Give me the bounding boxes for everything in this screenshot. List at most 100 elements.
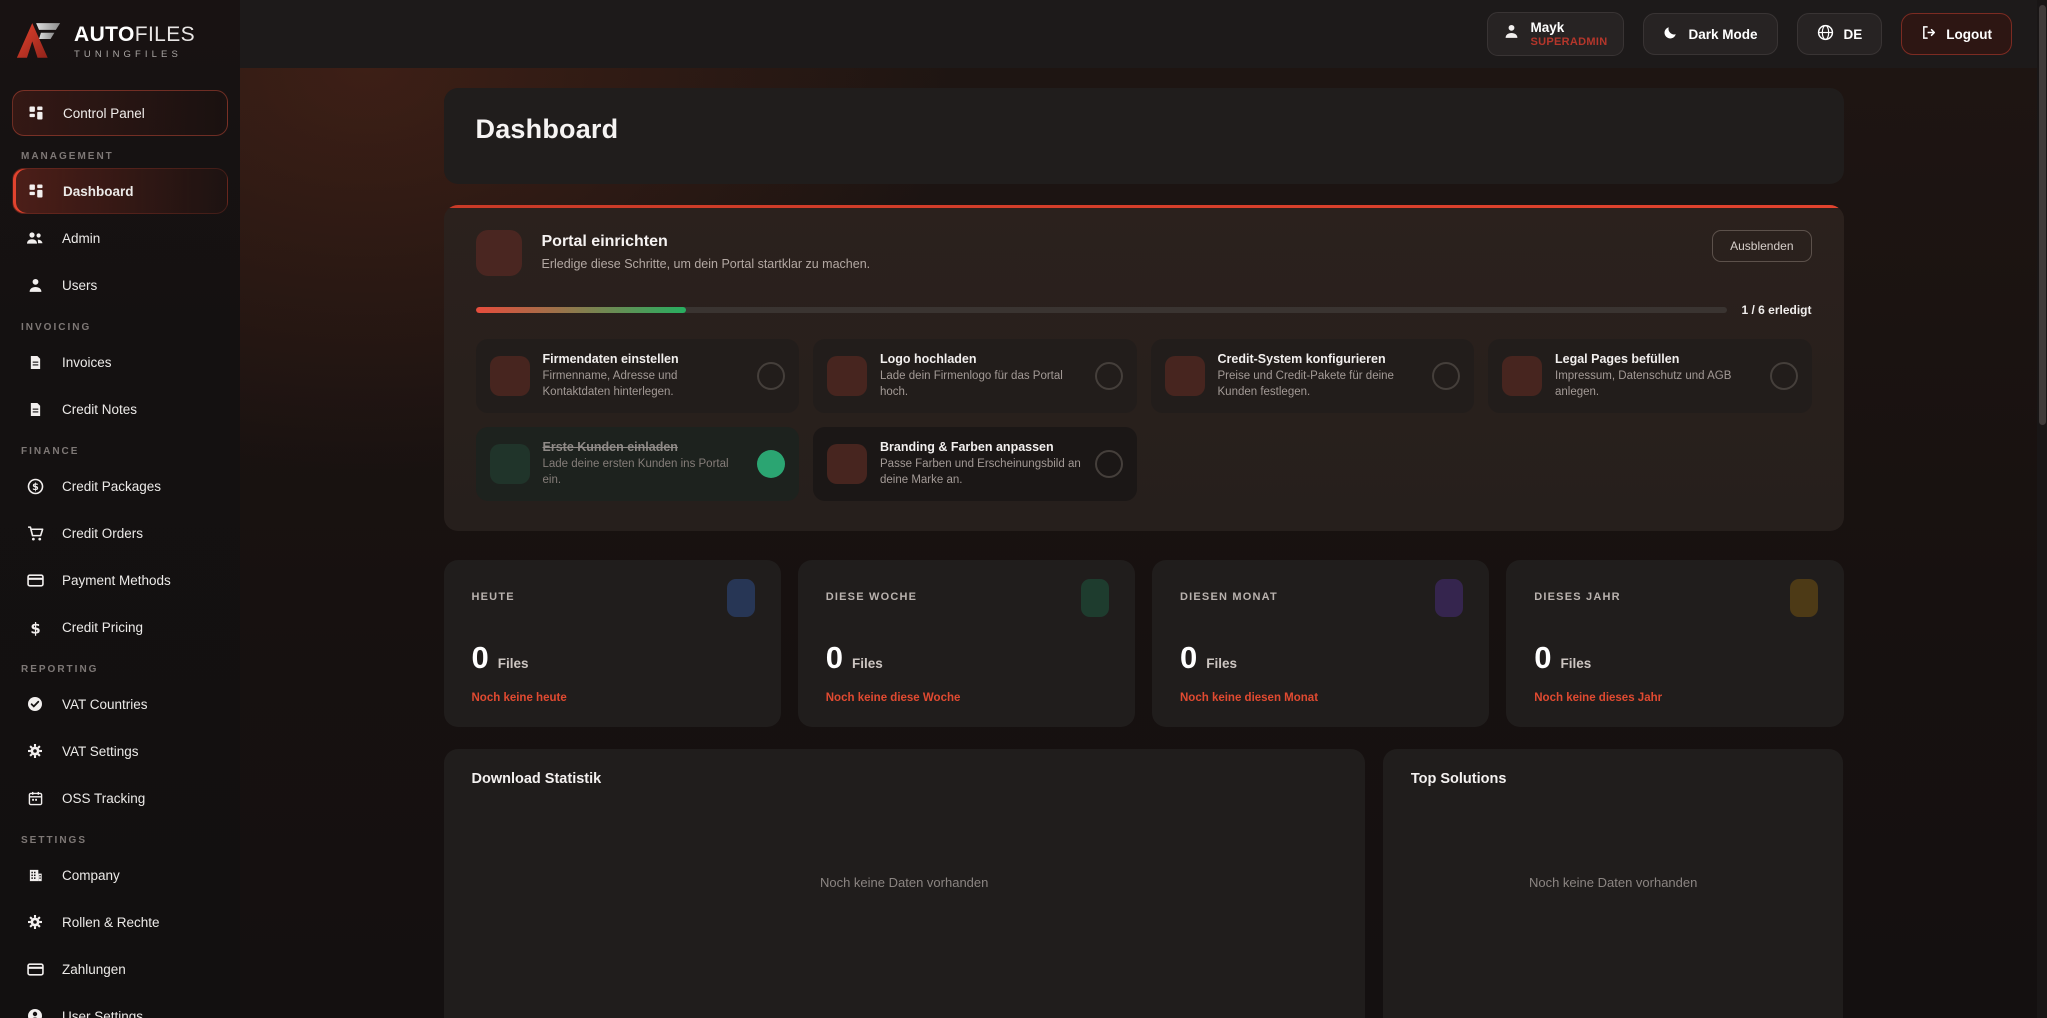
- task-check-circle-icon[interactable]: [1432, 362, 1460, 390]
- stat-value: 0: [1534, 640, 1551, 676]
- stat-empty-message: Noch keine heute: [472, 692, 753, 704]
- logout-button[interactable]: Logout: [1901, 13, 2012, 55]
- people-icon: [25, 231, 45, 245]
- sidebar-item-credit-packages[interactable]: $ Credit Packages: [12, 463, 228, 509]
- svg-text:$: $: [32, 482, 39, 493]
- nav-section-reporting: REPORTING: [0, 651, 240, 680]
- sidebar-item-oss-tracking[interactable]: OSS Tracking: [12, 775, 228, 821]
- setup-progress-label: 1 / 6 erledigt: [1741, 303, 1811, 317]
- task-tile-firmendaten-einstellen[interactable]: Firmendaten einstellen Firmenname, Adress…: [476, 339, 800, 413]
- dollar-icon: $: [25, 619, 45, 636]
- stat-label: DIESE WOCHE: [826, 591, 1107, 603]
- task-tile-logo-hochladen[interactable]: Logo hochladenLade dein Firmenlogo für d…: [813, 339, 1137, 413]
- stat-empty-message: Noch keine dieses Jahr: [1534, 692, 1815, 704]
- task-check-circle-icon[interactable]: [1770, 362, 1798, 390]
- file-icon: [25, 402, 45, 417]
- sidebar-item-label: VAT Settings: [62, 744, 139, 759]
- stat-unit: Files: [498, 656, 529, 671]
- task-icon: [1165, 356, 1205, 396]
- sidebar-item-users[interactable]: Users: [12, 262, 228, 308]
- task-tile-credit-system-konfigurieren[interactable]: Credit-System konfigurierenPreise und Cr…: [1151, 339, 1475, 413]
- task-tile-branding-farben-anpassen[interactable]: Branding & Farben anpassen Passe Farben u…: [813, 427, 1137, 501]
- task-check-circle-icon[interactable]: [1095, 362, 1123, 390]
- setup-progress-fill: [476, 307, 686, 313]
- hide-setup-button[interactable]: Ausblenden: [1712, 230, 1811, 262]
- task-title: Firmendaten einstellen: [543, 352, 745, 366]
- app: AUTOFILES TUNINGFILES Control Panel MANA…: [0, 0, 2047, 1018]
- sidebar-item-label: OSS Tracking: [62, 791, 145, 806]
- task-tile-legal-pages-bef-llen[interactable]: Legal Pages befüllenImpressum, Datenschu…: [1488, 339, 1812, 413]
- task-title: Branding & Farben anpassen: [880, 440, 1082, 454]
- chart-empty-message: Noch keine Daten vorhanden: [472, 875, 1337, 890]
- stat-empty-message: Noch keine diesen Monat: [1180, 692, 1461, 704]
- setup-tasks: Firmendaten einstellen Firmenname, Adress…: [476, 339, 1812, 501]
- setup-title: Portal einrichten: [542, 233, 871, 251]
- grid-icon: [26, 183, 46, 199]
- sidebar-item-vat-settings[interactable]: VAT Settings: [12, 728, 228, 774]
- stat-value: 0: [826, 640, 843, 676]
- brand-mark-icon: [14, 18, 64, 66]
- sidebar-item-payment-methods[interactable]: Payment Methods: [12, 557, 228, 603]
- sidebar-item-credit-notes[interactable]: Credit Notes: [12, 386, 228, 432]
- moon-icon: [1663, 25, 1678, 43]
- sidebar-item-company[interactable]: Company: [12, 852, 228, 898]
- stat-unit: Files: [1206, 656, 1237, 671]
- nav-section-management: MANAGEMENT: [0, 138, 240, 167]
- stat-unit: Files: [852, 656, 883, 671]
- gear-icon: [25, 914, 45, 930]
- task-tile-erste-kunden-einladen[interactable]: Erste Kunden einladenLade deine ersten K…: [476, 427, 800, 501]
- sidebar-item-label: Credit Orders: [62, 526, 143, 541]
- stat-accent-icon: [1435, 579, 1463, 617]
- setup-progress-track: [476, 307, 1728, 313]
- task-title: Erste Kunden einladen: [543, 440, 745, 454]
- sidebar-item-credit-orders[interactable]: Credit Orders: [12, 510, 228, 556]
- sidebar-item-rollen-rechte[interactable]: Rollen & Rechte: [12, 899, 228, 945]
- sidebar-item-user-settings[interactable]: User Settings: [12, 993, 228, 1018]
- task-check-circle-icon[interactable]: [757, 362, 785, 390]
- stat-value: 0: [1180, 640, 1197, 676]
- dark-mode-button[interactable]: Dark Mode: [1643, 13, 1777, 55]
- grid-icon: [26, 105, 46, 121]
- language-button[interactable]: DE: [1797, 13, 1883, 55]
- cart-icon: [25, 525, 45, 542]
- stat-accent-icon: [1790, 579, 1818, 617]
- user-chip[interactable]: Mayk SUPERADMIN: [1487, 12, 1625, 56]
- task-title: Legal Pages befüllen: [1555, 352, 1757, 366]
- logout-icon: [1921, 25, 1936, 43]
- task-description: Firmenname, Adresse und Kontaktdaten hin…: [543, 369, 745, 400]
- globe-icon: [1817, 24, 1834, 44]
- task-check-circle-icon[interactable]: [1095, 450, 1123, 478]
- sidebar: AUTOFILES TUNINGFILES Control Panel MANA…: [0, 0, 240, 1018]
- task-check-done-icon[interactable]: [757, 450, 785, 478]
- stat-card-diesen-monat: DIESEN MONAT0FilesNoch keine diesen Mona…: [1152, 560, 1489, 727]
- stats-row: HEUTE0FilesNoch keine heuteDIESE WOCHE0F…: [444, 560, 1844, 727]
- stat-card-dieses-jahr: DIESES JAHR0FilesNoch keine dieses Jahr: [1506, 560, 1843, 727]
- setup-card: Portal einrichten Erledige diese Schritt…: [444, 205, 1844, 531]
- sidebar-item-dashboard[interactable]: Dashboard: [12, 168, 228, 214]
- sidebar-item-control-panel[interactable]: Control Panel: [12, 90, 228, 136]
- task-description: Preise und Credit-Pakete für deine Kunde…: [1218, 369, 1420, 400]
- nav-section-finance: FINANCE: [0, 433, 240, 462]
- scrollbar-thumb[interactable]: [2039, 5, 2046, 425]
- task-description: Passe Farben und Erscheinungsbild an dei…: [880, 457, 1082, 488]
- stat-unit: Files: [1561, 656, 1592, 671]
- sidebar-item-label: Credit Packages: [62, 479, 161, 494]
- sidebar-item-label: Rollen & Rechte: [62, 915, 160, 930]
- stat-empty-message: Noch keine diese Woche: [826, 692, 1107, 704]
- nav-section-invoicing: INVOICING: [0, 309, 240, 338]
- sidebar-item-credit-pricing[interactable]: $ Credit Pricing: [12, 604, 228, 650]
- gear-icon: [25, 743, 45, 759]
- user-role-badge: SUPERADMIN: [1531, 36, 1608, 48]
- sidebar-item-admin[interactable]: Admin: [12, 215, 228, 261]
- sidebar-item-vat-countries[interactable]: VAT Countries: [12, 681, 228, 727]
- svg-text:$: $: [30, 619, 40, 636]
- sidebar-item-invoices[interactable]: Invoices: [12, 339, 228, 385]
- sidebar-item-label: Credit Pricing: [62, 620, 143, 635]
- setup-subtitle: Erledige diese Schritte, um dein Portal …: [542, 257, 871, 271]
- language-label: DE: [1844, 27, 1863, 42]
- sidebar-item-label: Admin: [62, 231, 100, 246]
- sidebar-item-label: VAT Countries: [62, 697, 148, 712]
- page-header-card: Dashboard: [444, 88, 1844, 184]
- person-icon: [25, 278, 45, 293]
- sidebar-item-zahlungen[interactable]: Zahlungen: [12, 946, 228, 992]
